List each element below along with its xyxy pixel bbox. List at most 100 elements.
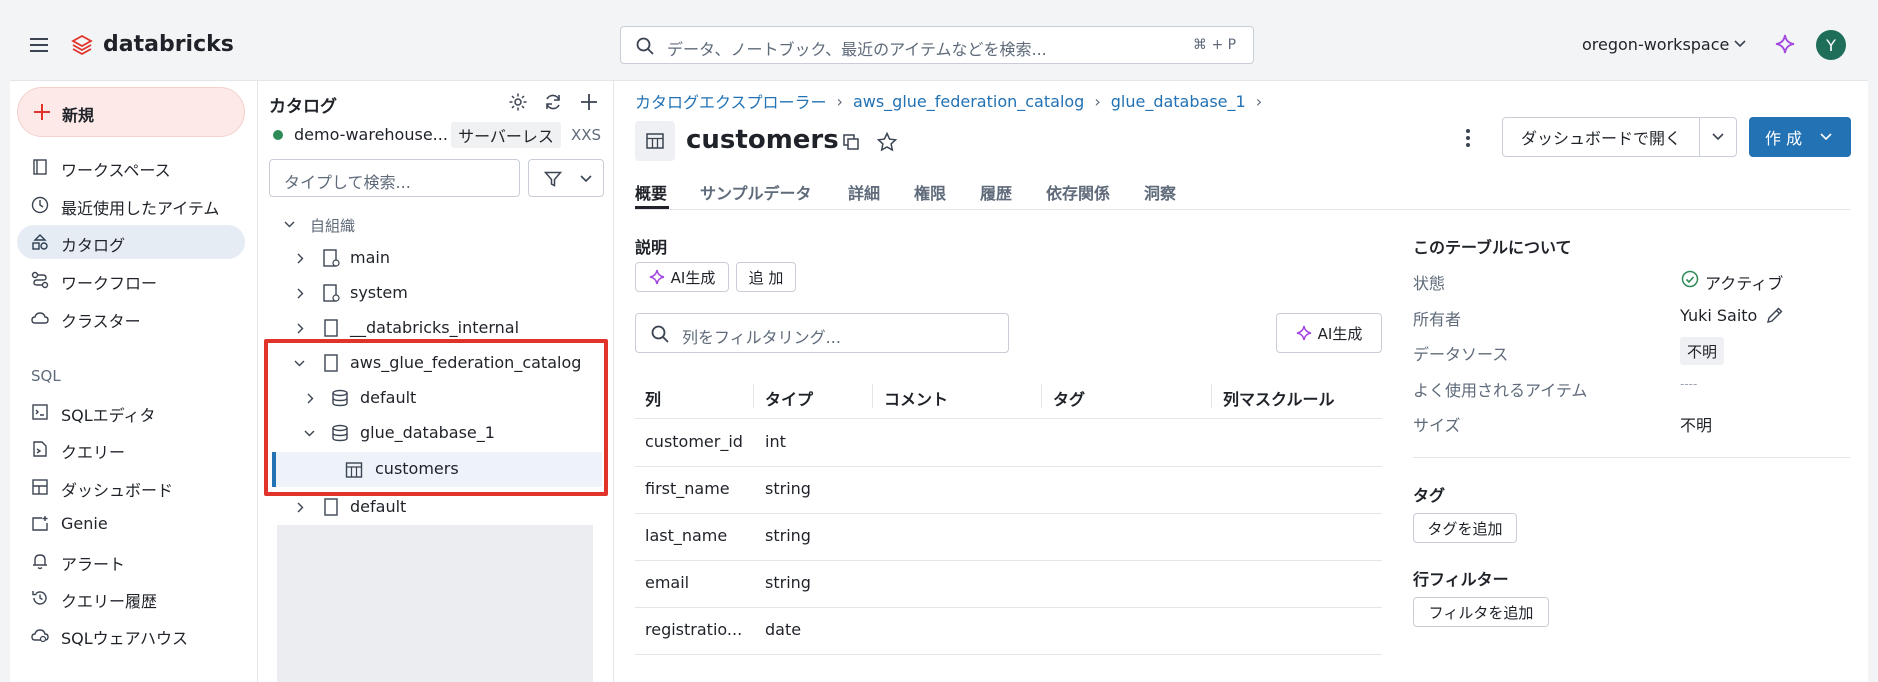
- column-name-cell: email: [645, 573, 690, 592]
- tab-dependencies[interactable]: 依存関係: [1046, 180, 1110, 204]
- breadcrumb-item[interactable]: カタログエクスプローラー: [635, 89, 827, 113]
- breadcrumb-item[interactable]: aws_glue_federation_catalog: [853, 92, 1084, 111]
- frequent-label: よく使用されるアイテム: [1413, 381, 1588, 400]
- sidebar-item-catalog[interactable]: カタログ: [17, 225, 245, 259]
- sidebar-item-recent[interactable]: 最近使用したアイテム: [17, 188, 245, 222]
- sidebar-item-label: アラート: [61, 555, 126, 574]
- tree-item-system[interactable]: system: [290, 278, 600, 308]
- chevron-down-icon: [1820, 133, 1832, 141]
- sidebar-item-dashboards[interactable]: ダッシュボード: [17, 470, 245, 504]
- tab-details[interactable]: 詳細: [848, 180, 880, 204]
- tree-item-main[interactable]: main: [290, 243, 600, 273]
- new-button-label: 新規: [62, 106, 95, 125]
- add-tag-button[interactable]: タグを追加: [1413, 513, 1517, 543]
- column-filter-input[interactable]: 列をフィルタリング...: [635, 313, 1009, 353]
- sidebar-item-sql-warehouses[interactable]: SQLウェアハウス: [17, 618, 245, 652]
- tabs-divider: [635, 209, 1850, 210]
- breadcrumb: カタログエクスプローラー › aws_glue_federation_catal…: [635, 89, 1262, 113]
- sidebar-item-query-history[interactable]: クエリー履歴: [17, 581, 245, 615]
- description-label: 説明: [635, 238, 668, 257]
- sql-editor-icon: [31, 403, 49, 421]
- owner-label: 所有者: [1413, 310, 1462, 329]
- table-row[interactable]: first_name string: [635, 467, 1382, 514]
- global-search-input[interactable]: データ、ノートブック、最近のアイテムなどを検索... ⌘ + P: [620, 26, 1254, 64]
- ai-generate-columns-button[interactable]: AI生成: [1276, 313, 1382, 353]
- tab-overview[interactable]: 概要: [635, 180, 667, 204]
- warehouse-name[interactable]: demo-warehouse...: [294, 125, 448, 144]
- catalog-panel-title: カタログ: [269, 97, 337, 117]
- search-placeholder: データ、ノートブック、最近のアイテムなどを検索...: [667, 40, 1047, 59]
- refresh-icon[interactable]: [542, 91, 564, 113]
- tab-insights[interactable]: 洞察: [1144, 180, 1176, 204]
- header-col-sep: [1041, 384, 1042, 408]
- open-dashboard-button[interactable]: ダッシュボードで開く: [1502, 117, 1700, 157]
- sidebar-item-genie[interactable]: Genie: [17, 507, 245, 541]
- column-header-tags: タグ: [1053, 390, 1086, 409]
- open-dashboard-label: ダッシュボードで開く: [1520, 129, 1681, 148]
- tree-placeholder-area: [277, 525, 593, 682]
- new-button[interactable]: 新規: [17, 87, 245, 137]
- user-avatar[interactable]: Y: [1816, 30, 1846, 60]
- column-type-cell: string: [765, 573, 811, 592]
- breadcrumb-item[interactable]: glue_database_1: [1111, 92, 1246, 111]
- sidebar-item-alerts[interactable]: アラート: [17, 544, 245, 578]
- tab-history[interactable]: 履歴: [980, 180, 1012, 204]
- hamburger-menu-icon[interactable]: [28, 34, 50, 56]
- sparkle-assistant-icon[interactable]: [1773, 32, 1797, 56]
- ai-generate-columns-label: AI生成: [1317, 324, 1363, 343]
- table-row[interactable]: last_name string: [635, 514, 1382, 561]
- kebab-menu-icon[interactable]: [1458, 125, 1478, 151]
- filter-icon: [543, 169, 563, 189]
- sidebar-item-workspace[interactable]: ワークスペース: [17, 150, 245, 184]
- workspace-switcher[interactable]: oregon-workspace: [1582, 35, 1729, 54]
- tree-item-label: __databricks_internal: [350, 318, 520, 337]
- tab-permissions[interactable]: 権限: [914, 180, 946, 204]
- gear-icon[interactable]: [507, 91, 529, 113]
- workspace-icon: [31, 158, 49, 176]
- add-tag-label: タグを追加: [1427, 519, 1503, 538]
- sql-section-heading: SQL: [31, 367, 61, 385]
- copy-icon[interactable]: [840, 131, 862, 153]
- databricks-logo-icon[interactable]: [70, 33, 94, 57]
- star-icon[interactable]: [875, 130, 899, 154]
- chevron-down-icon[interactable]: [1733, 37, 1747, 51]
- add-filter-label: フィルタを追加: [1428, 603, 1534, 622]
- sidebar-item-label: SQLエディタ: [61, 406, 156, 425]
- sidebar-item-sql-editor[interactable]: SQLエディタ: [17, 395, 245, 429]
- sidebar-item-clusters[interactable]: クラスター: [17, 301, 245, 335]
- check-circle-icon: [1680, 269, 1700, 289]
- sidebar-item-queries[interactable]: クエリー: [17, 432, 245, 466]
- genie-icon: [31, 515, 49, 533]
- table-row[interactable]: email string: [635, 561, 1382, 608]
- sidebar-item-label: クエリー履歴: [61, 592, 158, 611]
- tab-sample-data[interactable]: サンプルデータ: [700, 180, 812, 204]
- table-row[interactable]: customer_id int: [635, 419, 1382, 466]
- chevron-down-icon[interactable]: [282, 217, 296, 231]
- cloud-icon: [31, 309, 49, 327]
- column-header-name: 列: [645, 390, 662, 409]
- column-header-comment: コメント: [884, 390, 949, 409]
- ai-generate-button[interactable]: AI生成: [635, 262, 729, 292]
- add-icon[interactable]: [578, 91, 600, 113]
- add-description-button[interactable]: 追 加: [736, 262, 796, 292]
- sidebar-item-label: カタログ: [61, 236, 126, 255]
- org-label: 自組織: [310, 217, 356, 235]
- column-name-cell: registratio...: [645, 620, 743, 639]
- catalog-icon: [321, 248, 341, 268]
- breadcrumb-separator: ›: [1255, 91, 1263, 111]
- pencil-edit-icon[interactable]: [1765, 305, 1785, 325]
- sidebar-item-workflows[interactable]: ワークフロー: [17, 263, 245, 297]
- tree-item-default-catalog[interactable]: default: [290, 492, 600, 522]
- add-filter-button[interactable]: フィルタを追加: [1413, 597, 1549, 627]
- table-row[interactable]: registratio... date: [635, 608, 1382, 655]
- create-button[interactable]: 作 成: [1749, 117, 1851, 157]
- filter-button[interactable]: [528, 159, 604, 197]
- catalog-icon: [31, 233, 49, 251]
- catalog-search-placeholder: タイプして検索...: [284, 173, 411, 192]
- catalog-search-input[interactable]: タイプして検索...: [269, 159, 520, 197]
- brand-name[interactable]: databricks: [103, 32, 234, 57]
- about-divider: [1413, 457, 1850, 458]
- open-dashboard-dropdown[interactable]: [1699, 117, 1737, 157]
- column-type-cell: date: [765, 620, 802, 639]
- table-icon: [645, 131, 665, 151]
